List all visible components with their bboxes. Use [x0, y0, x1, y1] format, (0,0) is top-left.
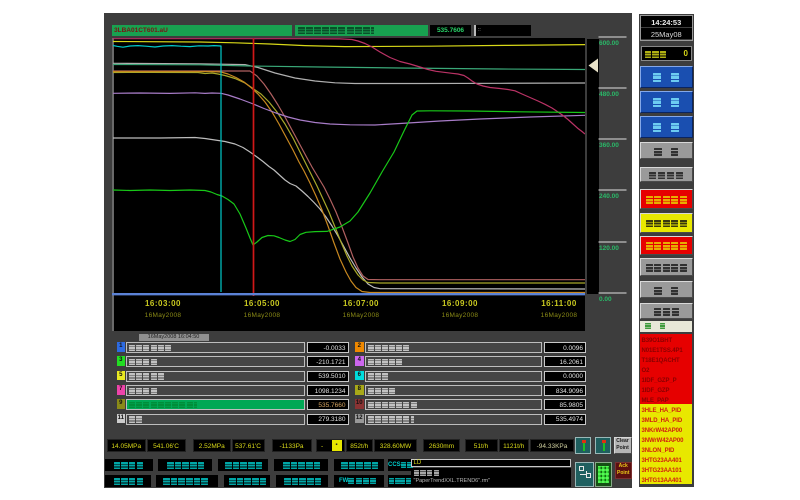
svg-text:480.00: 480.00 [599, 91, 619, 98]
svg-text:240.00: 240.00 [599, 193, 619, 200]
svg-text:600.00: 600.00 [599, 40, 619, 47]
svg-text:0.00: 0.00 [599, 296, 612, 303]
svg-text:120.00: 120.00 [599, 245, 619, 252]
svg-text:360.00: 360.00 [599, 142, 619, 149]
